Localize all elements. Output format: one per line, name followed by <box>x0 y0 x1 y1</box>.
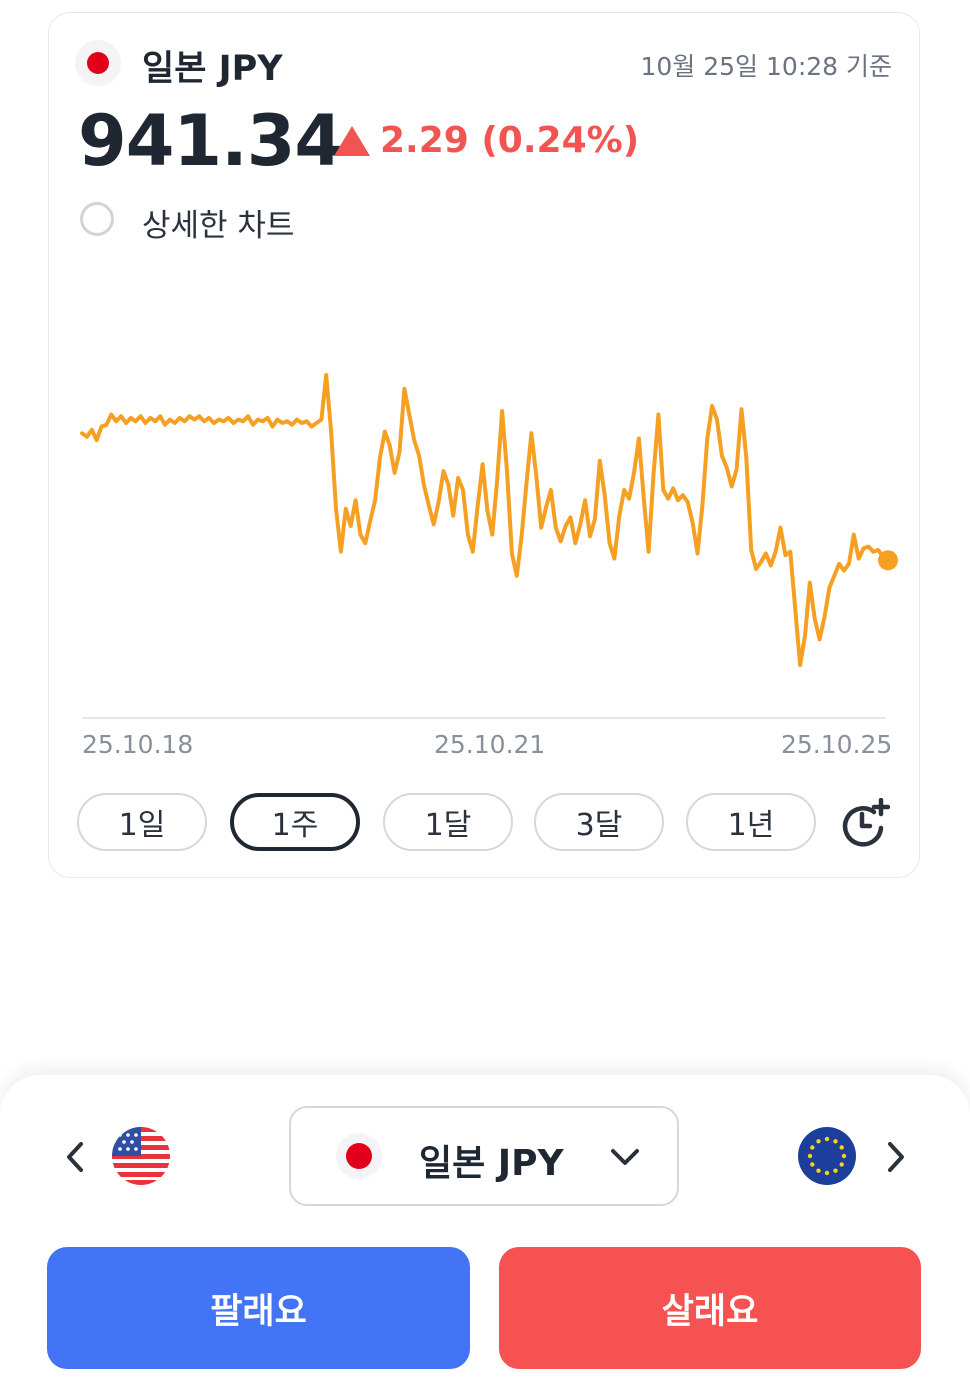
price-chart <box>80 373 898 719</box>
prev-currency-button[interactable] <box>55 1137 95 1177</box>
currency-selector[interactable]: 일본 JPY <box>289 1106 679 1206</box>
period-1day[interactable]: 1일 <box>77 793 207 851</box>
sell-button[interactable]: 팔래요 <box>47 1247 470 1369</box>
eu-star <box>824 1136 830 1142</box>
last-point-marker <box>878 550 898 571</box>
chevron-right-icon <box>888 1142 904 1172</box>
eu-flag-icon[interactable] <box>798 1127 856 1185</box>
period-1year[interactable]: 1년 <box>686 793 816 851</box>
period-1week[interactable]: 1주 <box>230 793 360 851</box>
eu-star <box>816 1168 821 1173</box>
eu-star <box>810 1162 815 1167</box>
price-line <box>80 373 890 667</box>
eu-star <box>816 1139 821 1144</box>
eu-star <box>810 1145 815 1150</box>
japan-flag-icon <box>336 1133 382 1179</box>
x-tick-end: 25.10.25 <box>781 730 893 759</box>
us-flag-icon[interactable] <box>112 1127 170 1185</box>
add-alarm-clock-icon[interactable] <box>840 798 890 848</box>
period-3months[interactable]: 3달 <box>534 793 664 851</box>
eu-star <box>807 1153 813 1159</box>
eu-star <box>833 1168 838 1173</box>
chevron-down-icon <box>611 1149 639 1165</box>
eu-star <box>839 1162 844 1167</box>
x-tick-start: 25.10.18 <box>82 730 194 759</box>
selector-label: 일본 JPY <box>419 1143 564 1184</box>
chevron-left-icon <box>67 1142 83 1172</box>
x-tick-mid: 25.10.21 <box>434 730 546 759</box>
eu-star <box>833 1139 838 1144</box>
eu-star <box>841 1153 847 1159</box>
next-currency-button[interactable] <box>876 1137 916 1177</box>
buy-button[interactable]: 살래요 <box>499 1247 921 1369</box>
period-1month[interactable]: 1달 <box>383 793 513 851</box>
eu-star <box>839 1145 844 1150</box>
eu-star <box>824 1170 830 1176</box>
